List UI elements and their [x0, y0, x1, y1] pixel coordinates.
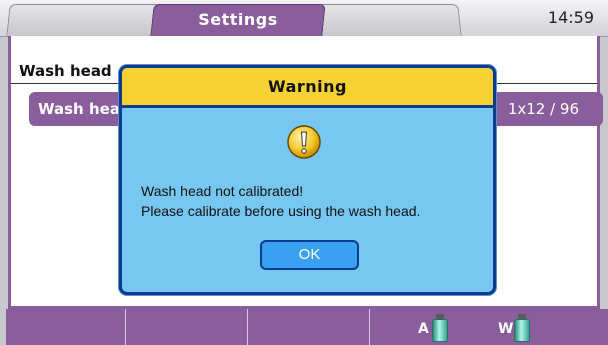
tab-settings-label: Settings [198, 10, 278, 29]
bottle-icon [514, 314, 530, 342]
clock: 14:59 [547, 8, 594, 27]
bottom-bar: A W [0, 309, 608, 345]
bottom-button-2[interactable] [126, 309, 248, 345]
wash-head-row-value: 1x12 / 96 [507, 100, 579, 118]
reagent-w-label: W [498, 321, 514, 337]
bottle-icon [432, 314, 448, 342]
tab-left[interactable] [6, 4, 162, 36]
reagent-status-bar: A W [370, 309, 608, 345]
bottom-button-1[interactable] [6, 309, 126, 345]
bottom-button-3[interactable] [248, 309, 370, 345]
top-bar: Settings 14:59 [0, 0, 608, 37]
dialog-message-line2: Please calibrate before using the wash h… [141, 203, 421, 219]
dialog-message: Wash head not calibrated! Please calibra… [141, 181, 420, 221]
tab-right[interactable] [316, 4, 462, 36]
ok-button[interactable]: OK [260, 240, 359, 270]
dialog-title: Warning [122, 68, 493, 108]
warning-dialog: Warning Wash head not calibrated! Please… [119, 65, 496, 295]
dialog-message-line1: Wash head not calibrated! [141, 183, 304, 199]
exclamation-icon [287, 125, 321, 159]
reagent-a-label: A [418, 321, 429, 337]
wash-head-row-label: Wash hea [38, 100, 120, 118]
section-title: Wash head [19, 62, 112, 80]
